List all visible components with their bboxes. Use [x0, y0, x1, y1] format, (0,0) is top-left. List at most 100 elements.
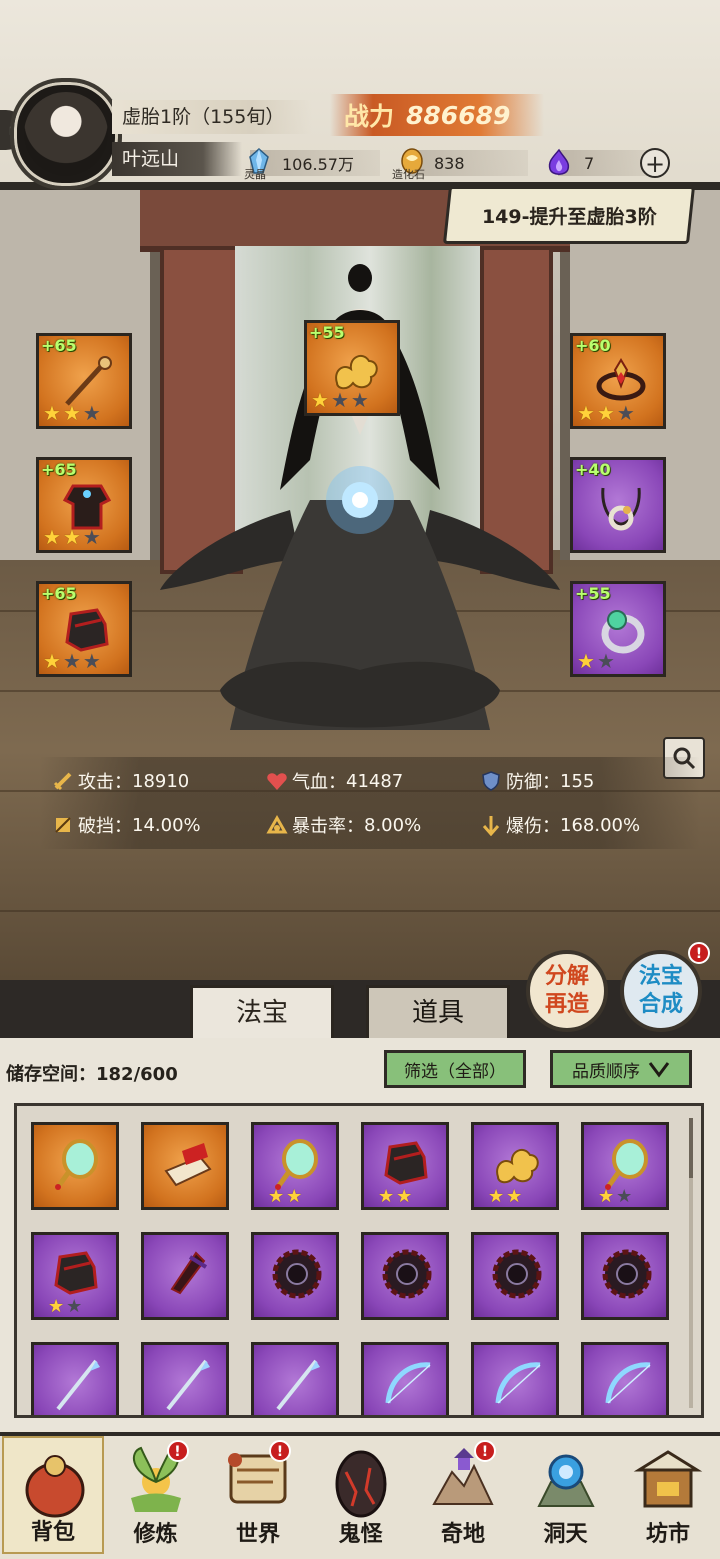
- nav-label: 世界: [235, 1521, 280, 1547]
- nav-label: 坊市: [645, 1521, 690, 1547]
- avatar-portrait: [24, 92, 108, 176]
- nav-mystic-land[interactable]: 奇地!: [412, 1436, 514, 1554]
- spear-icon: [276, 1359, 320, 1411]
- inventory-slot-boots[interactable]: ★ ★: [361, 1122, 449, 1210]
- dark-wheel-icon: [382, 1249, 432, 1299]
- jade-mirror-icon: [55, 1139, 98, 1190]
- inventory-slot-spear[interactable]: [251, 1342, 339, 1415]
- alert-badge: !: [166, 1440, 189, 1462]
- star-rating: ★ ★ ★: [43, 525, 101, 549]
- alert-badge: !: [474, 1440, 496, 1462]
- storage-capacity: 储存空间：182/600: [6, 1064, 178, 1085]
- nav-label: 洞天: [543, 1521, 588, 1547]
- equip-slot-weapon[interactable]: +65 ★ ★ ★: [36, 333, 132, 429]
- add-resource-button[interactable]: +: [640, 148, 670, 178]
- inventory-grid: ★ ★ ★ ★ ★ ★ ★ ★ ★ ★: [14, 1103, 704, 1418]
- star-icon: ★: [66, 1296, 83, 1317]
- star-rating: ★ ★ ★: [311, 388, 369, 412]
- necklace-icon: [601, 487, 641, 531]
- combat-power-value: 886689: [406, 100, 511, 130]
- golden-cloud-icon: [496, 1148, 539, 1184]
- filter-button[interactable]: 筛选（全部）: [384, 1050, 526, 1088]
- cave-heaven-icon: [536, 1454, 595, 1507]
- gauntlet-icon: [164, 1143, 212, 1187]
- inventory-slot-ice-bow[interactable]: [581, 1342, 669, 1415]
- inventory-slot-dark-wheel[interactable]: [471, 1232, 559, 1320]
- nav-world[interactable]: 世界!: [207, 1436, 309, 1554]
- decompose-button[interactable]: 分解 再造: [526, 950, 608, 1032]
- star-rating: ★ ★: [268, 1187, 302, 1207]
- resource-spirit-crystal[interactable]: 灵晶 106.57万: [244, 147, 354, 181]
- star-icon: ★: [378, 1186, 395, 1207]
- combat-power-label: 战力: [344, 102, 395, 131]
- tab-artifacts[interactable]: 法宝: [190, 985, 334, 1039]
- break-icon: [55, 817, 71, 833]
- crit-damage-icon: [482, 816, 500, 836]
- inventory-slot-ice-bow[interactable]: [361, 1342, 449, 1415]
- inventory-slot-jade-mirror[interactable]: ★ ★: [581, 1122, 669, 1210]
- stat-defense: 防御： 155: [480, 768, 594, 794]
- ghost-icon: [335, 1450, 386, 1518]
- equip-slot-boots[interactable]: +65 ★ ★ ★: [36, 581, 132, 677]
- jade-mirror-icon: [605, 1139, 648, 1190]
- star-icon: ★: [488, 1186, 505, 1207]
- dagger-icon: [170, 1251, 208, 1295]
- ice-bow-icon: [495, 1362, 541, 1404]
- jade-mirror-icon: [275, 1139, 318, 1190]
- synthesize-alert-badge: !: [688, 942, 710, 964]
- inventory-slot-dark-wheel[interactable]: [251, 1232, 339, 1320]
- inventory-slot-dark-wheel[interactable]: [581, 1232, 669, 1320]
- dark-wheel-icon: [602, 1249, 652, 1299]
- equip-slot-armor[interactable]: +65 ★ ★ ★: [36, 457, 132, 553]
- resource-creation-stone[interactable]: 造化石 838: [392, 148, 465, 181]
- tab-items[interactable]: 道具: [366, 985, 510, 1039]
- spear-icon: [166, 1359, 210, 1411]
- equip-slot-ring[interactable]: +55 ★ ★: [570, 581, 666, 677]
- nav-label: 奇地: [440, 1521, 485, 1547]
- inventory-slot-gauntlet[interactable]: [141, 1122, 229, 1210]
- inventory-slot-boots[interactable]: ★ ★: [31, 1232, 119, 1320]
- star-rating: ★ ★: [598, 1187, 632, 1207]
- avatar[interactable]: [10, 78, 122, 190]
- resource-bar: 灵晶 106.57万 造化石 838 7: [240, 147, 680, 181]
- spear-icon: [56, 1359, 100, 1411]
- star-icon: ★: [506, 1186, 523, 1207]
- stat-attack: 攻击： 18910: [52, 768, 189, 794]
- star-rating: ★ ★: [577, 649, 615, 673]
- inventory-slot-ice-bow[interactable]: [471, 1342, 559, 1415]
- equip-slot-necklace[interactable]: +40: [570, 457, 666, 553]
- sort-dropdown[interactable]: 品质顺序: [550, 1050, 692, 1088]
- inventory-scrollbar[interactable]: [689, 1118, 693, 1408]
- nav-ghost[interactable]: 鬼怪: [310, 1436, 412, 1554]
- backpack-icon: [25, 1455, 85, 1518]
- inventory-slot-spear[interactable]: [141, 1342, 229, 1415]
- inventory-slot-spear[interactable]: [31, 1342, 119, 1415]
- dark-wheel-icon: [272, 1249, 322, 1299]
- stat-break: 破挡： 14.00%: [52, 812, 201, 838]
- star-icon: ★: [616, 1186, 633, 1207]
- alert-badge: !: [269, 1440, 291, 1462]
- star-icon: ★: [598, 1186, 615, 1207]
- equip-slot-headband[interactable]: +60 ★ ★ ★: [570, 333, 666, 429]
- star-icon: ★: [48, 1296, 65, 1317]
- equip-slot-artifact[interactable]: +55 ★ ★ ★: [304, 320, 400, 416]
- nav-market[interactable]: 坊市: [617, 1436, 719, 1554]
- nav-cultivate[interactable]: 修炼!: [105, 1436, 207, 1554]
- inventory-slot-golden-cloud[interactable]: ★ ★: [471, 1122, 559, 1210]
- resource-purple-flame[interactable]: 7: [542, 148, 594, 178]
- star-rating: ★ ★ ★: [43, 401, 101, 425]
- combat-power: 战力 886689: [330, 94, 544, 136]
- synthesize-button[interactable]: 法宝 合成: [620, 950, 702, 1032]
- inventory-slot-jade-mirror[interactable]: [31, 1122, 119, 1210]
- creation-stone-icon: 造化石: [392, 148, 428, 181]
- quest-banner[interactable]: 149-提升至虚胎3阶: [442, 186, 696, 244]
- inventory-slot-dark-wheel[interactable]: [361, 1232, 449, 1320]
- nav-label: 鬼怪: [338, 1521, 383, 1547]
- nav-backpack[interactable]: 背包: [2, 1436, 104, 1554]
- boots-icon: [384, 1141, 428, 1185]
- stat-crit-damage: 爆伤： 168.00%: [480, 812, 640, 838]
- inventory-slot-dagger[interactable]: [141, 1232, 229, 1320]
- star-rating: ★ ★: [378, 1187, 412, 1207]
- inventory-slot-jade-mirror[interactable]: ★ ★: [251, 1122, 339, 1210]
- nav-cave-heaven[interactable]: 洞天: [515, 1436, 617, 1554]
